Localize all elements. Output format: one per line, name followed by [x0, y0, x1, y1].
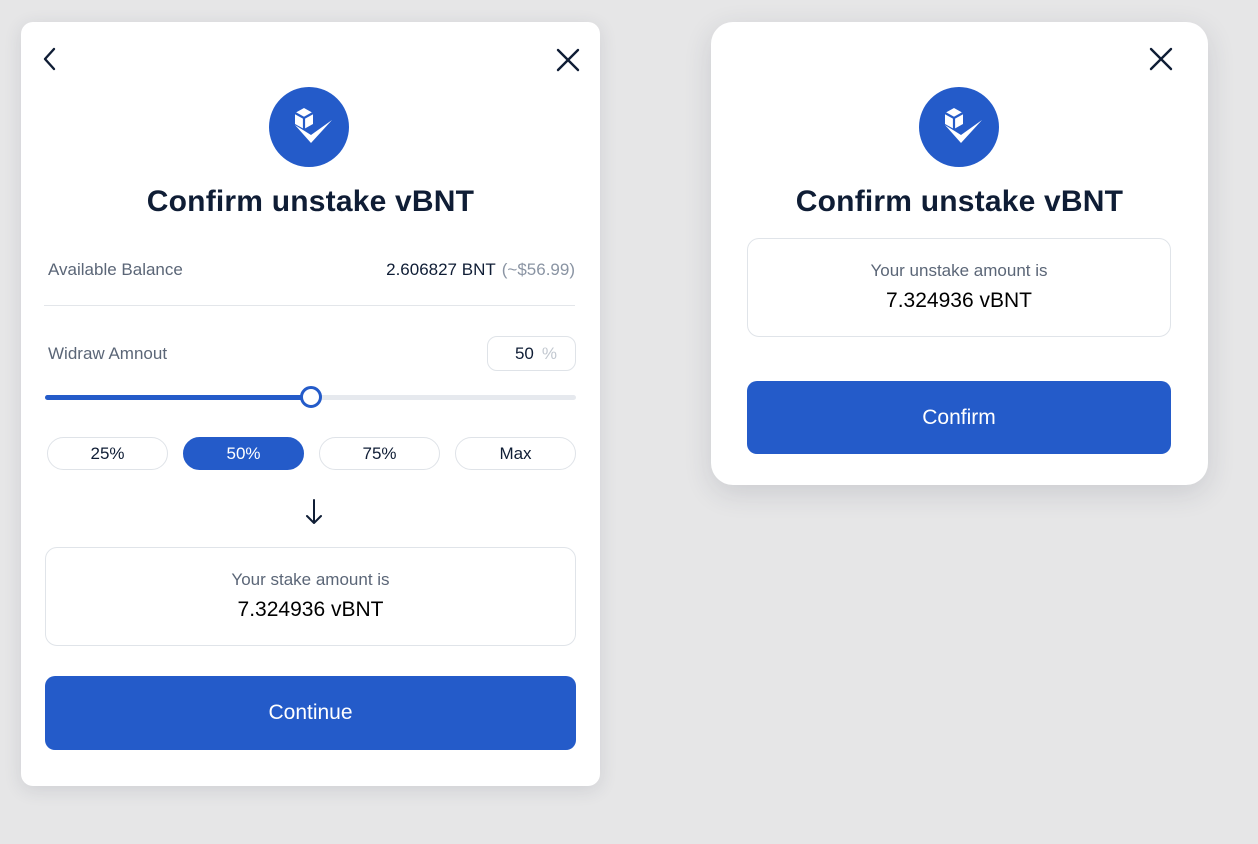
continue-button[interactable]: Continue	[45, 676, 576, 750]
available-balance-value: 2.606827 BNT (~$56.99)	[386, 260, 575, 280]
slider-fill	[45, 395, 311, 400]
quick-max-button[interactable]: Max	[455, 437, 576, 470]
withdraw-slider[interactable]	[45, 386, 576, 408]
stake-amount-box: Your stake amount is 7.324936 vBNT	[45, 547, 576, 646]
bancor-logo-icon	[269, 87, 349, 167]
back-arrow-icon[interactable]	[35, 44, 65, 74]
balance-usd: (~$56.99)	[501, 260, 575, 279]
confirm-button[interactable]: Confirm	[747, 381, 1171, 454]
withdraw-amount-label: Widraw Amnout	[48, 344, 168, 363]
modal-title: Confirm unstake vBNT	[146, 185, 475, 218]
unstake-amount-box: Your unstake amount is 7.324936 vBNT	[747, 238, 1171, 337]
bancor-logo-icon	[919, 87, 999, 167]
modal-title: Confirm unstake vBNT	[795, 185, 1124, 218]
close-icon[interactable]	[553, 45, 583, 75]
withdraw-percent-input[interactable]: 50 %	[487, 336, 576, 371]
percent-symbol: %	[541, 343, 557, 363]
quick-50-button[interactable]: 50%	[183, 437, 304, 470]
slider-thumb[interactable]	[299, 386, 322, 408]
quick-25-button[interactable]: 25%	[47, 437, 168, 470]
quick-75-button[interactable]: 75%	[319, 437, 440, 470]
available-balance-label: Available Balance	[48, 260, 183, 279]
unstake-modal-left: Confirm unstake vBNT Available Balance 2…	[21, 22, 600, 786]
arrow-down-icon	[301, 496, 327, 528]
unstake-amount-value: 7.324936 vBNT	[886, 289, 1032, 312]
divider	[44, 305, 575, 306]
unstake-amount-label: Your unstake amount is	[870, 261, 1048, 280]
balance-amount: 2.606827 BNT	[386, 260, 496, 279]
unstake-modal-right: Confirm unstake vBNT Your unstake amount…	[711, 22, 1208, 485]
stake-amount-value: 7.324936 vBNT	[237, 598, 384, 621]
withdraw-percent-value: 50	[514, 343, 534, 363]
stake-amount-label: Your stake amount is	[231, 570, 390, 589]
close-icon[interactable]	[1146, 44, 1176, 74]
